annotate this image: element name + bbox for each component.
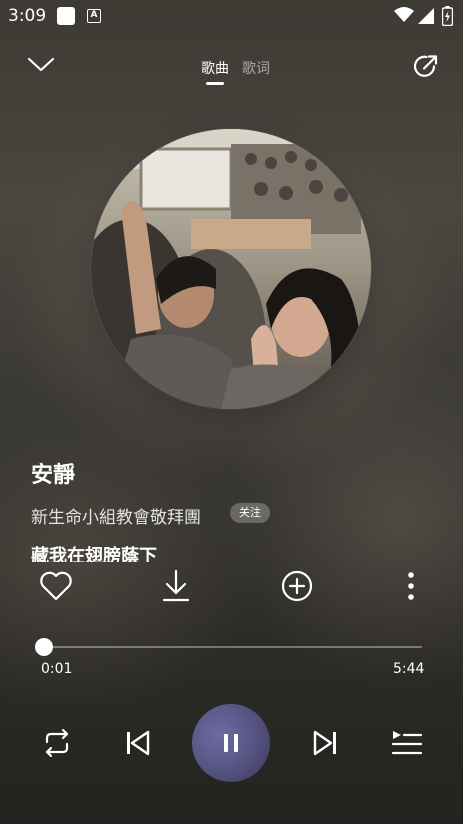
repeat-button[interactable] bbox=[37, 723, 77, 763]
lyric-line: 藏我在翅膀蔭下 bbox=[31, 546, 157, 562]
battery-icon bbox=[442, 6, 453, 26]
more-button[interactable] bbox=[393, 568, 429, 604]
status-bar: 3:09 A bbox=[0, 0, 463, 34]
artist-name[interactable]: 新生命小組教會敬拜團 bbox=[31, 503, 201, 528]
follow-button[interactable]: 关注 bbox=[230, 503, 270, 523]
tab-song[interactable]: 歌曲 bbox=[201, 58, 229, 78]
more-vert-icon bbox=[408, 572, 414, 600]
skip-previous-icon bbox=[127, 730, 150, 756]
download-button[interactable] bbox=[158, 568, 194, 604]
album-artwork bbox=[91, 129, 371, 409]
like-button[interactable] bbox=[38, 568, 74, 604]
cell-signal-icon bbox=[418, 8, 434, 24]
lyric-preview[interactable]: 藏我在翅膀蔭下 bbox=[31, 540, 331, 562]
status-time: 3:09 bbox=[8, 6, 47, 26]
download-icon bbox=[162, 569, 190, 602]
heart-icon bbox=[40, 571, 72, 601]
playlist-icon bbox=[391, 731, 423, 755]
notification-a-icon: A bbox=[87, 9, 101, 23]
queue-button[interactable] bbox=[386, 723, 426, 763]
previous-button[interactable] bbox=[117, 723, 157, 763]
add-to-playlist-button[interactable] bbox=[279, 568, 315, 604]
repeat-icon bbox=[45, 728, 69, 758]
progress-track[interactable] bbox=[44, 646, 422, 648]
pause-icon bbox=[224, 734, 238, 752]
tab-indicator bbox=[206, 82, 224, 85]
add-circle-icon bbox=[281, 570, 313, 602]
song-title: 安靜 bbox=[31, 463, 76, 488]
wifi-icon bbox=[394, 7, 414, 22]
next-button[interactable] bbox=[306, 723, 346, 763]
current-time: 0:01 bbox=[41, 661, 73, 677]
chevron-down-icon[interactable] bbox=[26, 54, 56, 74]
total-time: 5:44 bbox=[393, 661, 425, 677]
share-icon[interactable] bbox=[412, 53, 440, 81]
play-pause-button[interactable] bbox=[192, 704, 270, 782]
notification-app-icon bbox=[57, 7, 75, 25]
skip-next-icon bbox=[313, 730, 336, 756]
progress-thumb[interactable] bbox=[35, 638, 53, 656]
tab-lyrics[interactable]: 歌词 bbox=[242, 58, 270, 78]
